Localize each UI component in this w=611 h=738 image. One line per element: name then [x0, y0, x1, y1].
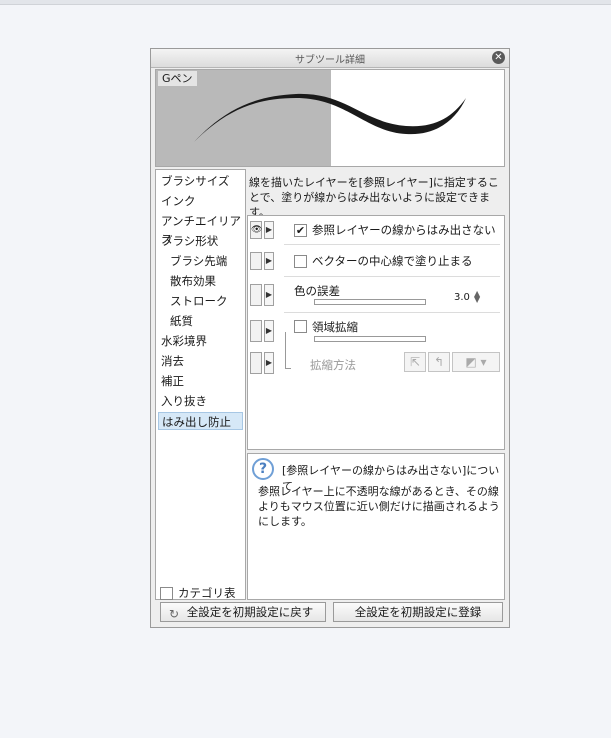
register-all-label: 全設定を初期設定に登録	[354, 605, 482, 619]
ref-layer-label: 参照レイヤーの線からはみ出さない	[312, 223, 496, 237]
area-expand-checkbox[interactable]	[294, 320, 307, 333]
triangle-right-icon[interactable]: ▶	[264, 320, 274, 342]
category-item[interactable]: 散布効果	[158, 272, 243, 290]
help-panel: ? [参照レイヤーの線からはみ出さない]について 参照レイヤー上に不透明な線があ…	[247, 453, 505, 600]
category-item[interactable]: ブラシ形状	[158, 232, 243, 250]
category-item[interactable]: 消去	[158, 352, 243, 370]
category-item[interactable]: 補正	[158, 372, 243, 390]
category-item[interactable]: ストローク	[158, 292, 243, 310]
color-tolerance-slider[interactable]	[314, 299, 426, 305]
window-title: サブツール詳細	[295, 55, 365, 66]
category-item[interactable]: 入り抜き	[158, 392, 243, 410]
category-item[interactable]: ブラシサイズ	[158, 172, 243, 190]
help-body: 参照レイヤー上に不透明な線があるとき、その線よりもマウス位置に近い側だけに描画さ…	[258, 485, 500, 528]
settings-area: 線を描いたレイヤーを[参照レイヤー]に指定することで、塗りが線からはみ出ないよう…	[247, 169, 505, 600]
category-item[interactable]: ブラシ先端	[158, 252, 243, 270]
reset-all-label: 全設定を初期設定に戻す	[186, 605, 314, 619]
reset-all-button[interactable]: ↻ 全設定を初期設定に戻す	[160, 602, 326, 622]
triangle-right-icon[interactable]: ▶	[264, 352, 274, 374]
spin-arrows-icon[interactable]: ▲ ▼	[474, 290, 480, 304]
area-expand-slider[interactable]	[314, 336, 426, 342]
expand-method-round-icon[interactable]: ↰	[428, 352, 450, 372]
setting-description: 線を描いたレイヤーを[参照レイヤー]に指定することで、塗りが線からはみ出ないよう…	[249, 176, 499, 219]
eye-icon-empty[interactable]	[250, 284, 262, 306]
vector-center-label: ベクターの中心線で塗り止まる	[312, 254, 473, 268]
brush-preview: Gペン	[155, 69, 505, 167]
expand-method-buttons: ⇱ ↰ ◩ ▾	[404, 352, 500, 372]
eye-icon-empty[interactable]	[250, 352, 262, 374]
settings-list: 👁 ▶ ✔ 参照レイヤーの線からはみ出さない ▶ ベクターの中心線で塗り止まる …	[247, 215, 505, 450]
expand-method-straight-icon[interactable]: ⇱	[404, 352, 426, 372]
color-tolerance-value[interactable]: 3.0	[454, 292, 470, 303]
eye-icon[interactable]: 👁	[250, 221, 262, 239]
tree-line	[285, 368, 291, 369]
brush-name: Gペン	[158, 71, 197, 86]
triangle-right-icon[interactable]: ▶	[264, 221, 274, 239]
separator	[284, 244, 500, 245]
sub-tool-detail-panel: サブツール詳細 ✕ Gペン ブラシサイズ インクアンチエイリアス ブラシ形状ブラシ先…	[150, 48, 510, 628]
brush-stroke-preview	[194, 93, 466, 142]
vector-center-checkbox[interactable]	[294, 255, 307, 268]
category-item[interactable]: 水彩境界	[158, 332, 243, 350]
category-display-checkbox[interactable]	[160, 587, 173, 600]
close-icon[interactable]: ✕	[492, 51, 505, 64]
area-expand-label: 領域拡縮	[312, 320, 358, 334]
title-bar[interactable]: サブツール詳細 ✕	[151, 49, 509, 68]
category-list: ブラシサイズ インクアンチエイリアス ブラシ形状ブラシ先端散布効果ストローク紙質水彩…	[155, 169, 246, 616]
category-item[interactable]: アンチエイリアス	[158, 212, 243, 246]
register-all-button[interactable]: 全設定を初期設定に登録	[333, 602, 503, 622]
triangle-right-icon[interactable]: ▶	[264, 284, 274, 306]
eye-icon-empty[interactable]	[250, 320, 262, 342]
color-tolerance-label: 色の誤差	[294, 284, 340, 298]
eye-icon-empty[interactable]	[250, 252, 262, 270]
expand-method-dropdown-icon[interactable]: ◩ ▾	[452, 352, 500, 372]
category-item[interactable]: インク	[158, 192, 243, 210]
separator	[284, 276, 500, 277]
tree-line	[285, 332, 286, 368]
separator	[284, 312, 500, 313]
question-icon: ?	[252, 458, 274, 480]
category-item[interactable]: はみ出し防止	[158, 412, 243, 430]
reset-icon: ↻	[169, 607, 180, 621]
top-border	[0, 0, 611, 5]
category-item[interactable]: 紙質	[158, 312, 243, 330]
expand-method-label: 拡縮方法	[310, 358, 356, 372]
ref-layer-checkbox[interactable]: ✔	[294, 224, 307, 237]
triangle-right-icon[interactable]: ▶	[264, 252, 274, 270]
